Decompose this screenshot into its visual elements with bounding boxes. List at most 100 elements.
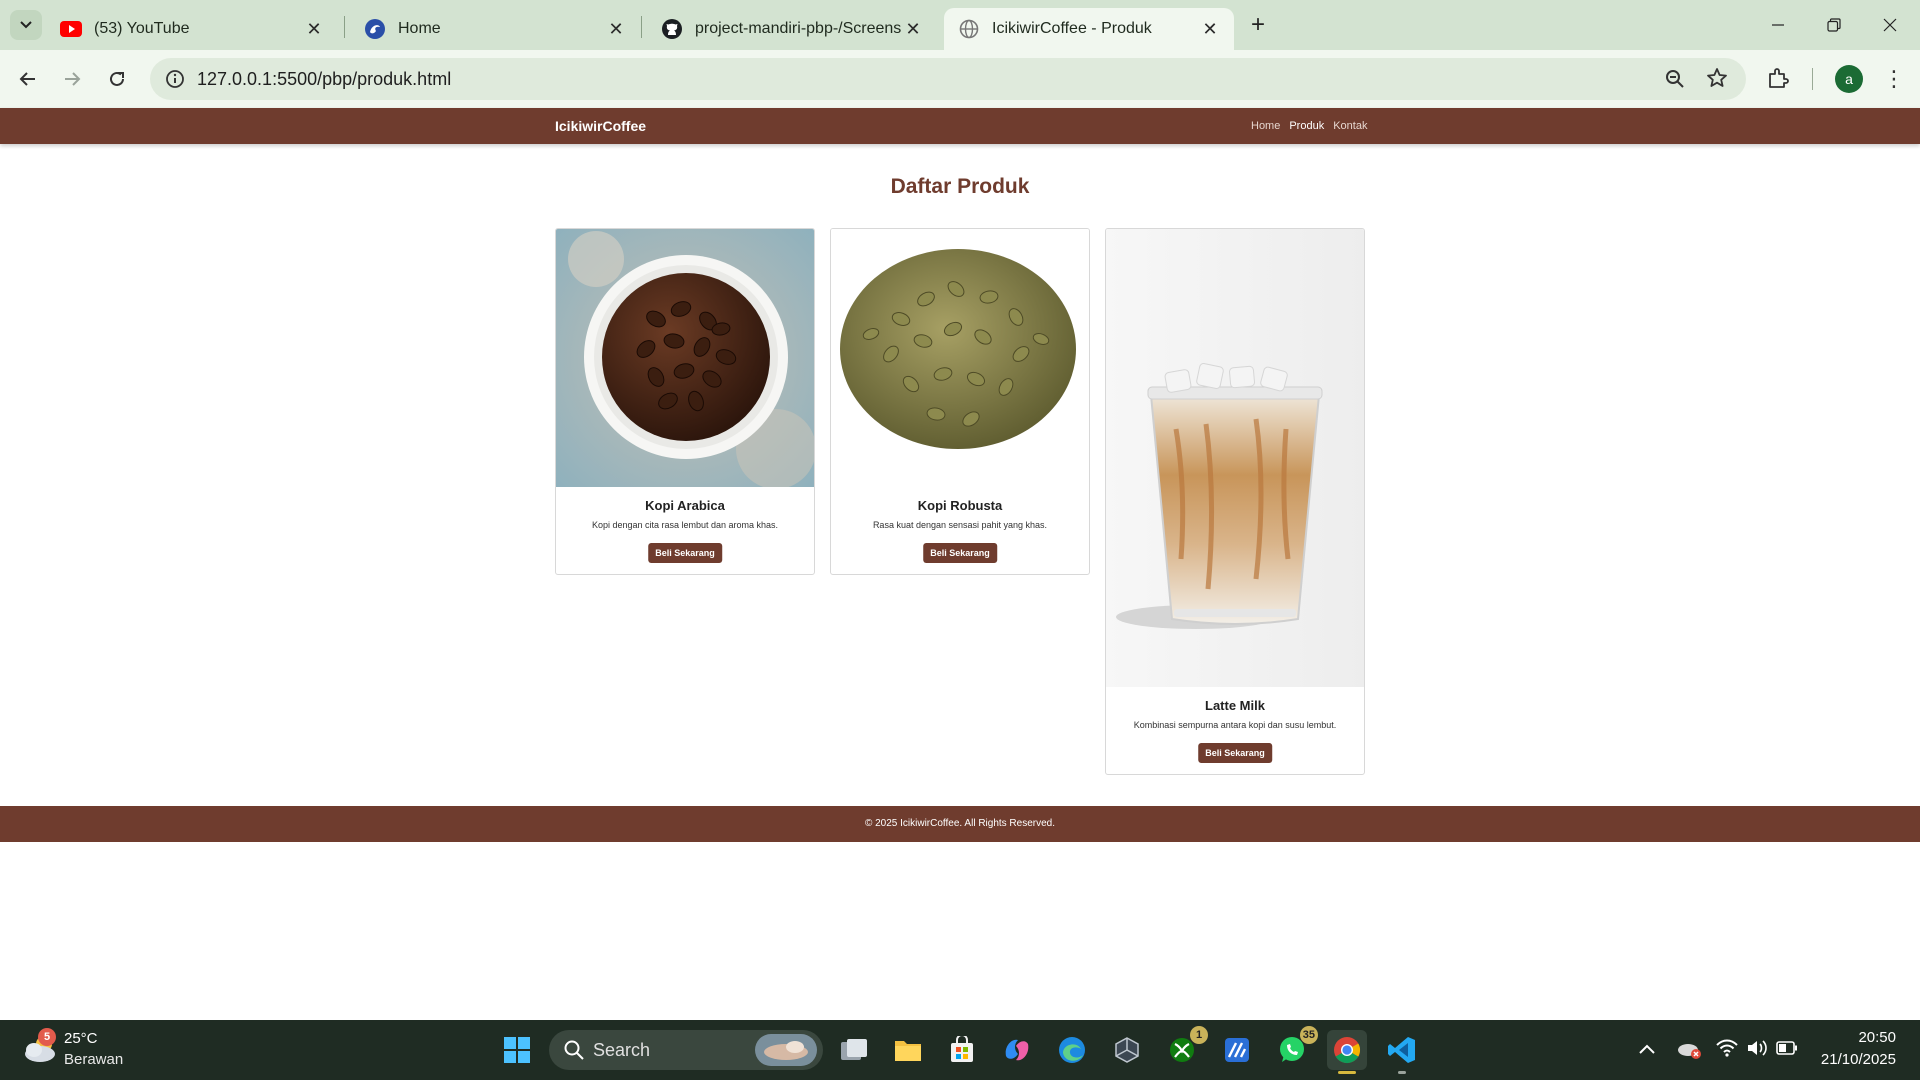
windows-logo-icon (504, 1037, 530, 1063)
xbox-button[interactable]: 1 (1162, 1026, 1208, 1070)
weather-temperature[interactable]: 25°C (64, 1030, 98, 1047)
youtube-icon (60, 18, 82, 40)
chrome-button[interactable] (1327, 1030, 1367, 1074)
buy-button-robusta[interactable]: Beli Sekarang (923, 543, 997, 563)
tab-strip: (53) YouTube ✕ Home ✕ project-mandiri-pb… (0, 0, 1920, 50)
product-name: Latte Milk (1205, 698, 1265, 713)
minimize-icon (1772, 24, 1784, 26)
close-icon (1883, 18, 1897, 32)
blue-app-icon (1225, 1038, 1249, 1062)
taskbar: 5 25°C Berawan Search 1 35 20:50 21/10/2… (0, 1020, 1920, 1080)
nav-link-produk[interactable]: Produk (1289, 120, 1324, 132)
tab-youtube[interactable]: (53) YouTube ✕ (46, 8, 338, 50)
edge-button[interactable] (1052, 1030, 1092, 1070)
nav-link-kontak[interactable]: Kontak (1333, 120, 1367, 132)
onedrive-icon[interactable] (1676, 1038, 1702, 1060)
clock-time[interactable]: 20:50 (1822, 1029, 1896, 1046)
product-description: Kopi dengan cita rasa lembut dan aroma k… (591, 520, 779, 530)
nav-link-home[interactable]: Home (1251, 120, 1280, 132)
arrow-right-icon (65, 72, 81, 86)
search-icon (564, 1040, 584, 1060)
xbox-badge: 1 (1190, 1026, 1208, 1044)
github-icon (661, 18, 683, 40)
vscode-icon (1388, 1037, 1415, 1063)
reload-icon (110, 71, 124, 86)
search-highlight-icon (755, 1034, 817, 1066)
product-image-arabica (556, 229, 814, 487)
reload-button[interactable] (101, 63, 133, 95)
product-name: Kopi Arabica (645, 498, 725, 513)
chevron-up-icon[interactable] (1638, 1042, 1656, 1056)
product-card-latte: Latte Milk Kombinasi sempurna antara kop… (1105, 228, 1365, 775)
close-tab-icon[interactable]: ✕ (302, 17, 326, 41)
product-description: Kombinasi sempurna antara kopi dan susu … (1133, 720, 1337, 730)
folder-icon (895, 1041, 921, 1061)
unity-cube-icon (1115, 1037, 1139, 1063)
close-tab-icon[interactable]: ✕ (604, 17, 628, 41)
tab-home[interactable]: Home ✕ (350, 8, 640, 50)
forward-button[interactable] (56, 63, 88, 95)
close-tab-icon[interactable]: ✕ (901, 17, 925, 41)
new-tab-button[interactable]: + (1243, 12, 1273, 40)
start-button[interactable] (497, 1030, 537, 1070)
restore-icon (1827, 18, 1841, 32)
taskbar-search[interactable]: Search (549, 1030, 823, 1070)
copilot-icon (1005, 1039, 1029, 1061)
product-image-latte (1106, 229, 1364, 687)
file-explorer-button[interactable] (888, 1030, 928, 1070)
app-logo-icon (364, 18, 386, 40)
vscode-button[interactable] (1382, 1030, 1422, 1074)
site-footer: © 2025 IcikiwirCoffee. All Rights Reserv… (0, 806, 1920, 842)
buy-button-arabica[interactable]: Beli Sekarang (648, 543, 722, 563)
minimize-button[interactable] (1750, 8, 1806, 42)
task-view-icon (841, 1039, 867, 1060)
clock-date[interactable]: 21/10/2025 (1800, 1051, 1896, 1068)
whatsapp-button[interactable]: 35 (1272, 1026, 1318, 1070)
restore-button[interactable] (1806, 8, 1862, 42)
volume-icon[interactable] (1746, 1038, 1768, 1058)
product-card-robusta: Kopi Robusta Rasa kuat dengan sensasi pa… (830, 228, 1090, 575)
nav-links: Home Produk Kontak (1251, 120, 1367, 132)
browser-toolbar: 127.0.0.1:5500/pbp/produk.html a ⋮ (0, 50, 1920, 108)
weather-badge: 5 (38, 1028, 56, 1046)
wifi-icon[interactable] (1716, 1038, 1738, 1058)
edge-icon (1059, 1037, 1085, 1063)
product-image-robusta (831, 229, 1089, 487)
task-view-button[interactable] (834, 1030, 874, 1070)
tab-produk[interactable]: IcikiwirCoffee - Produk ✕ (944, 8, 1234, 50)
site-brand[interactable]: IcikiwirCoffee (555, 118, 646, 134)
copilot-button[interactable] (997, 1030, 1037, 1070)
app-button[interactable] (1217, 1030, 1257, 1070)
buy-button-latte[interactable]: Beli Sekarang (1198, 743, 1272, 763)
product-name: Kopi Robusta (917, 498, 1003, 513)
extensions-icon[interactable] (1766, 66, 1790, 90)
battery-icon[interactable] (1776, 1041, 1798, 1055)
zoom-icon[interactable] (1664, 68, 1686, 90)
profile-avatar[interactable]: a (1835, 65, 1863, 93)
toolbar-divider (1812, 68, 1813, 90)
microsoft-store-button[interactable] (942, 1030, 982, 1070)
tab-search-button[interactable] (10, 10, 42, 40)
tab-divider (641, 16, 642, 38)
unity-button[interactable] (1107, 1030, 1147, 1070)
tab-github[interactable]: project-mandiri-pbp-/Screensh ✕ (647, 8, 937, 50)
chrome-icon (1334, 1037, 1361, 1064)
tab-label: IcikiwirCoffee - Produk (992, 20, 1152, 37)
close-tab-icon[interactable]: ✕ (1198, 17, 1222, 41)
weather-condition[interactable]: Berawan (64, 1051, 123, 1068)
chevron-down-icon (20, 21, 32, 29)
back-button[interactable] (12, 63, 44, 95)
product-description: Rasa kuat dengan sensasi pahit yang khas… (872, 520, 1048, 530)
arrow-left-icon (19, 72, 35, 86)
url-text[interactable]: 127.0.0.1:5500/pbp/produk.html (197, 69, 451, 90)
tab-label: (53) YouTube (94, 20, 190, 37)
bookmark-star-icon[interactable] (1706, 67, 1728, 89)
site-navbar: IcikiwirCoffee Home Produk Kontak (0, 108, 1920, 144)
address-bar[interactable]: 127.0.0.1:5500/pbp/produk.html (150, 58, 1746, 100)
close-window-button[interactable] (1862, 8, 1918, 42)
site-info-icon[interactable] (164, 68, 186, 90)
running-indicator (1398, 1071, 1406, 1074)
product-card-arabica: Kopi Arabica Kopi dengan cita rasa lembu… (555, 228, 815, 575)
tab-label: Home (398, 20, 441, 37)
more-menu-icon[interactable]: ⋮ (1883, 65, 1905, 93)
